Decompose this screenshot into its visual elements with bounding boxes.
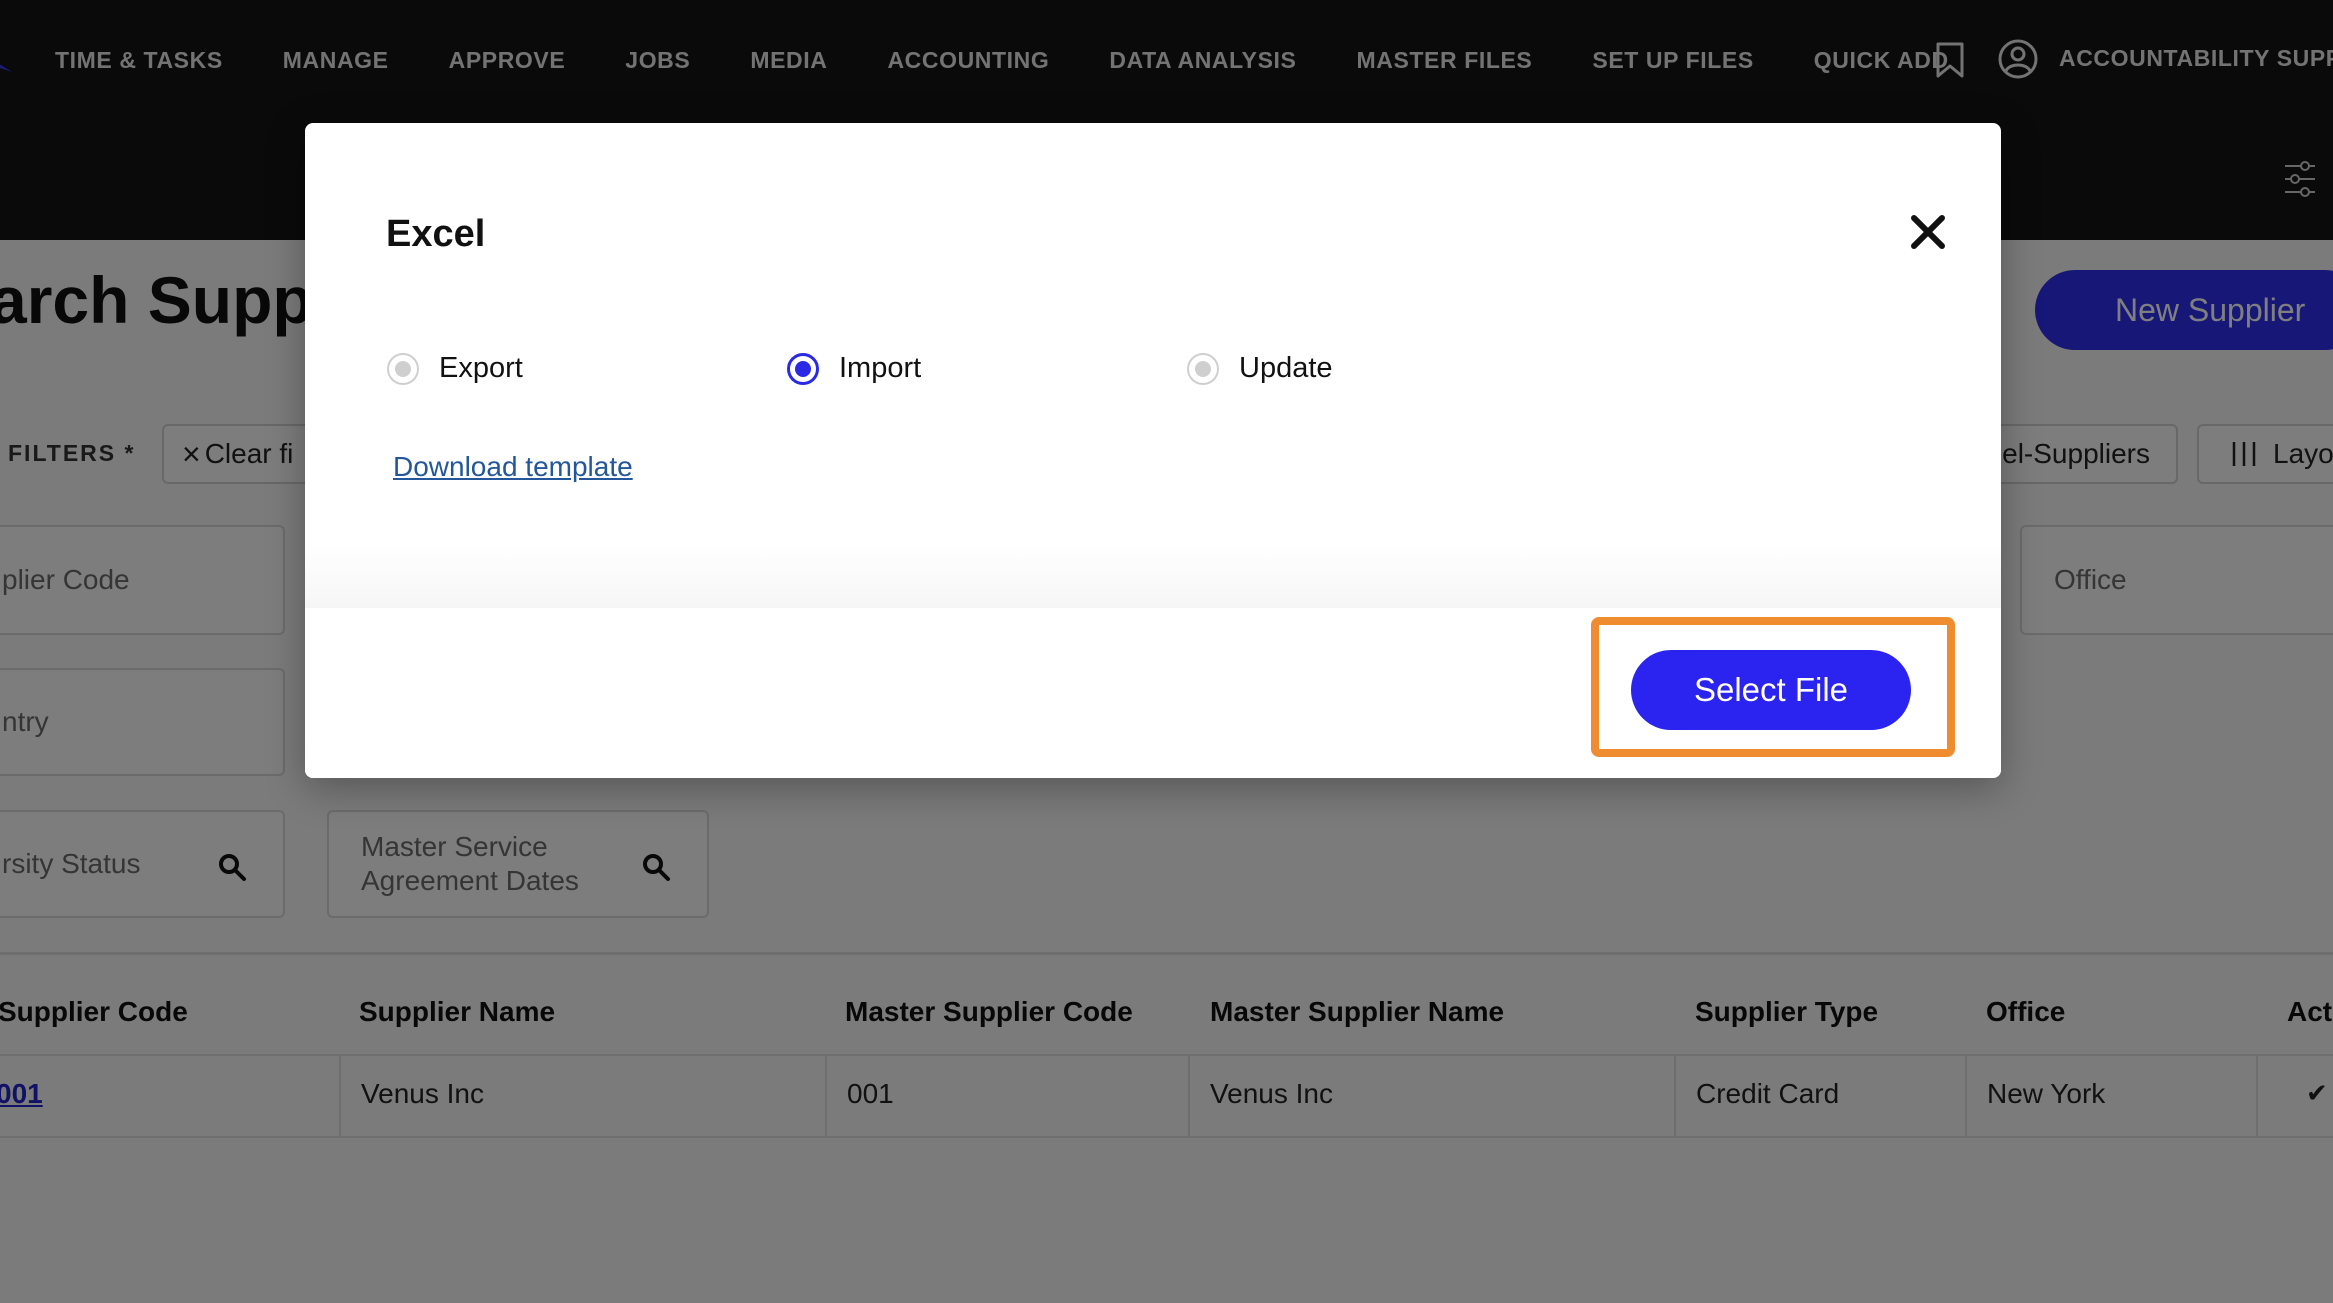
radio-circle-update[interactable] (1187, 352, 1219, 385)
radio-update[interactable]: Update (1187, 352, 1333, 385)
download-template-link[interactable]: Download template (393, 451, 633, 483)
radio-label-export: Export (439, 352, 523, 384)
radio-export[interactable]: Export (387, 352, 523, 385)
close-icon[interactable] (1909, 213, 1947, 251)
radio-label-import: Import (839, 352, 922, 384)
radio-circle-import[interactable] (787, 352, 819, 385)
radio-label-update: Update (1239, 352, 1333, 384)
modal-title: Excel (386, 213, 486, 255)
excel-modal: Excel Export Import Update Download temp… (305, 123, 2001, 778)
radio-import[interactable]: Import (787, 352, 921, 385)
modal-body-fade (305, 543, 2001, 608)
excel-mode-radio-group: Export Import Update (387, 352, 1587, 402)
select-file-button[interactable]: Select File (1631, 650, 1911, 730)
radio-circle-export[interactable] (387, 352, 419, 385)
